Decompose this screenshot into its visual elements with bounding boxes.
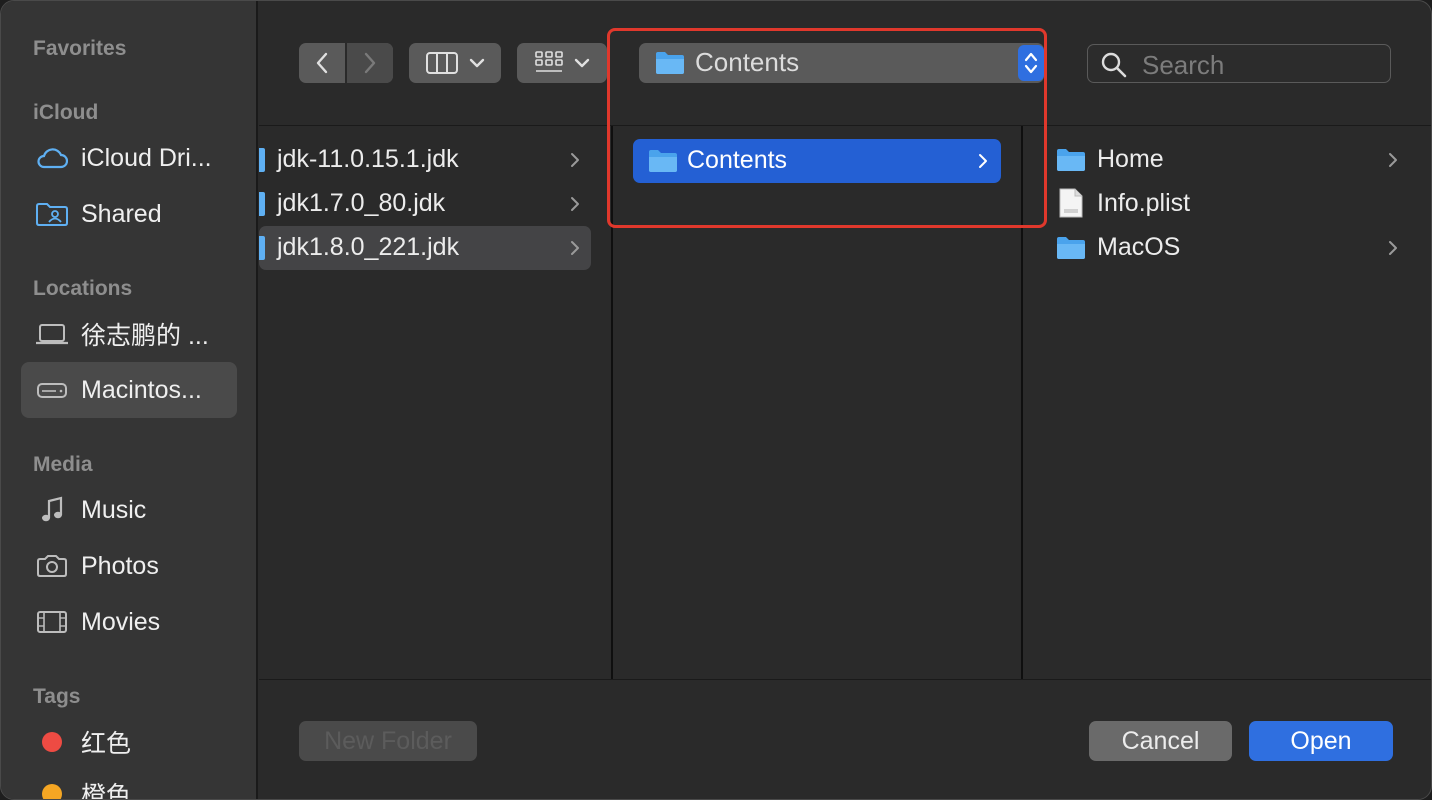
column-divider[interactable] (611, 126, 613, 679)
music-note-icon (35, 495, 69, 525)
shared-folder-icon (35, 199, 69, 229)
folder-icon (259, 236, 265, 260)
item-label: Contents (687, 146, 788, 174)
chevron-down-icon (574, 58, 590, 68)
sidebar-item-computer[interactable]: 徐志鹏的 ... (21, 306, 237, 362)
cloud-icon (35, 143, 69, 173)
chevron-right-icon (571, 197, 579, 211)
sidebar-item-music[interactable]: Music (21, 482, 237, 538)
sidebar-item-label: Macintos... (81, 375, 202, 404)
chevron-right-icon (1389, 241, 1397, 255)
search-field[interactable]: Search (1087, 44, 1391, 83)
item-label: Home (1097, 145, 1164, 173)
chevron-left-icon (316, 52, 328, 74)
film-icon (35, 607, 69, 637)
folder-icon (1057, 149, 1085, 171)
view-mode-button[interactable] (409, 43, 501, 83)
list-item[interactable]: jdk1.7.0_80.jdk (259, 182, 591, 226)
sidebar-item-label: iCloud Dri... (81, 143, 212, 172)
item-label: MacOS (1097, 233, 1181, 261)
item-label: jdk1.8.0_221.jdk (277, 233, 460, 261)
sidebar-item-label: Music (81, 495, 147, 524)
plist-file-icon (1059, 188, 1083, 218)
grid-icon (535, 51, 563, 72)
search-placeholder: Search (1142, 50, 1225, 80)
footer-separator (259, 679, 1431, 680)
path-popup-button[interactable]: Contents (639, 43, 1044, 83)
tags-header: Tags (33, 685, 81, 708)
item-label: Info.plist (1097, 189, 1191, 217)
sidebar-item-shared[interactable]: Shared (21, 186, 237, 242)
group-by-button[interactable] (517, 43, 607, 83)
sidebar-item-label: Shared (81, 199, 162, 228)
folder-icon (259, 148, 265, 172)
chevron-right-icon (364, 52, 376, 74)
open-file-dialog: Favorites iCloud iCloud Dri... Shared Lo… (0, 0, 1432, 800)
list-item[interactable]: Info.plist (1041, 182, 1415, 226)
sidebar-tag-red[interactable]: 红色 (21, 714, 237, 770)
item-label: jdk-11.0.15.1.jdk (277, 145, 459, 173)
icloud-header: iCloud (33, 101, 99, 124)
new-folder-button[interactable]: New Folder (299, 721, 477, 761)
sidebar-item-photos[interactable]: Photos (21, 538, 237, 594)
locations-header: Locations (33, 277, 133, 300)
camera-icon (35, 551, 69, 581)
list-item[interactable]: Home (1041, 138, 1415, 182)
sidebar: Favorites iCloud iCloud Dri... Shared Lo… (1, 1, 258, 800)
search-icon (1101, 52, 1127, 78)
chevron-right-icon (571, 153, 579, 167)
open-button[interactable]: Open (1249, 721, 1393, 761)
chevron-right-icon (571, 241, 579, 255)
popup-stepper[interactable] (1018, 45, 1044, 81)
sidebar-item-label: 橙色 (81, 782, 132, 800)
tag-color-dot (42, 784, 62, 799)
list-item[interactable]: Contents (633, 139, 1001, 183)
sidebar-item-label: Photos (81, 551, 159, 580)
toolbar-separator (259, 125, 1431, 126)
list-item[interactable]: jdk1.8.0_221.jdk (259, 226, 591, 270)
media-header: Media (33, 453, 93, 476)
folder-icon (656, 52, 684, 74)
tag-color-dot (42, 732, 62, 752)
chevron-down-icon (469, 58, 485, 68)
path-label: Contents (695, 47, 800, 77)
up-down-arrows-icon (1024, 52, 1038, 74)
sidebar-item-movies[interactable]: Movies (21, 594, 237, 650)
hard-drive-icon (35, 375, 69, 405)
item-label: jdk1.7.0_80.jdk (277, 189, 446, 217)
sidebar-item-label: 徐志鹏的 ... (81, 322, 209, 350)
favorites-header: Favorites (33, 37, 127, 60)
chevron-right-icon (1389, 153, 1397, 167)
folder-icon (649, 150, 677, 172)
columns-view-icon (426, 52, 458, 74)
sidebar-tag-orange[interactable]: 橙色 (21, 766, 237, 800)
cancel-button[interactable]: Cancel (1089, 721, 1232, 761)
column-divider[interactable] (1021, 126, 1023, 679)
sidebar-item-label: Movies (81, 607, 161, 636)
list-item[interactable]: MacOS (1041, 226, 1415, 270)
sidebar-item-icloud-drive[interactable]: iCloud Dri... (21, 130, 237, 186)
chevron-right-icon (979, 154, 987, 168)
laptop-icon (35, 319, 69, 349)
folder-icon (259, 192, 265, 216)
back-button[interactable] (299, 43, 345, 83)
sidebar-item-label: 红色 (81, 730, 132, 758)
back-forward-group (299, 43, 393, 83)
folder-icon (1057, 237, 1085, 259)
sidebar-item-macintosh-hd[interactable]: Macintos... (21, 362, 237, 418)
forward-button[interactable] (347, 43, 393, 83)
list-item[interactable]: jdk-11.0.15.1.jdk (259, 138, 591, 182)
